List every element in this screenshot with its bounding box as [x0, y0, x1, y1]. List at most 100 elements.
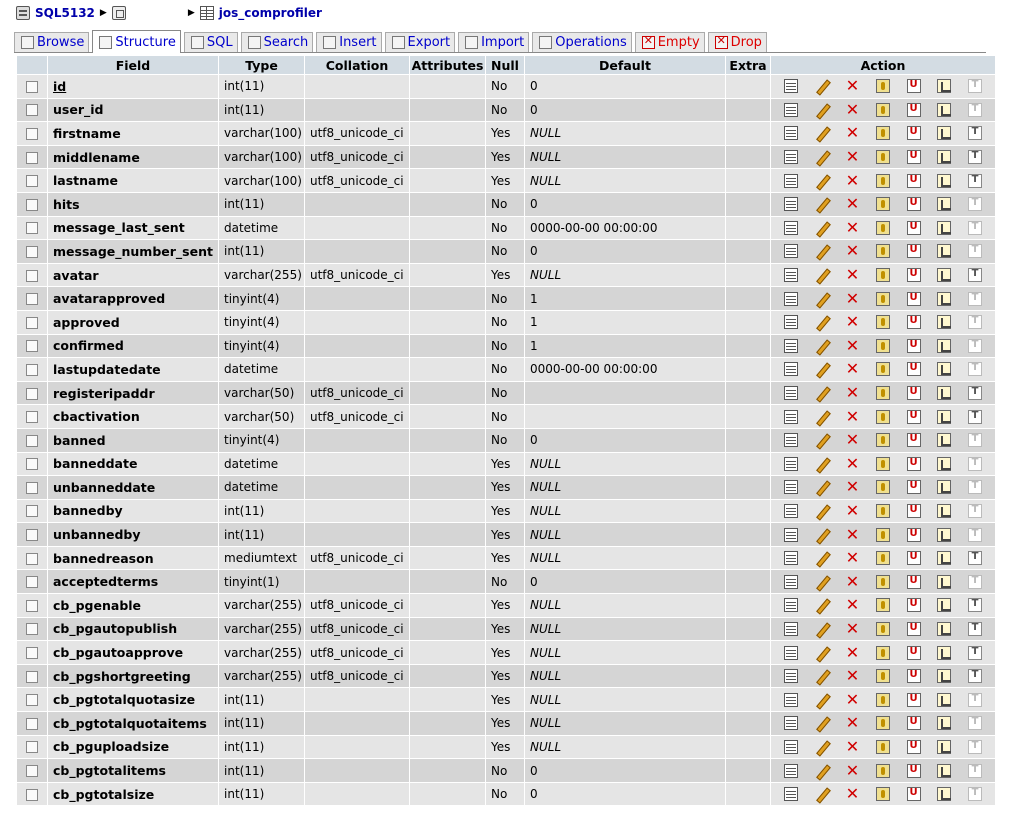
primary-key-icon[interactable] [875, 480, 890, 495]
fulltext-icon[interactable] [967, 386, 982, 401]
unique-icon[interactable] [906, 197, 921, 212]
fulltext-icon[interactable] [967, 433, 982, 448]
edit-icon[interactable] [815, 669, 829, 683]
unique-icon[interactable] [906, 386, 921, 401]
edit-icon[interactable] [815, 787, 829, 801]
primary-key-icon[interactable] [875, 456, 890, 471]
fulltext-icon[interactable] [967, 669, 982, 684]
primary-key-icon[interactable] [875, 291, 890, 306]
primary-key-icon[interactable] [875, 645, 890, 660]
edit-icon[interactable] [815, 221, 829, 235]
drop-icon[interactable]: ✕ [845, 314, 859, 330]
tab-browse[interactable]: Browse [14, 32, 90, 52]
drop-icon[interactable]: ✕ [845, 78, 859, 94]
row-checkbox[interactable] [26, 80, 38, 93]
primary-key-icon[interactable] [875, 716, 890, 731]
row-checkbox[interactable] [26, 222, 38, 235]
browse-distinct-icon[interactable] [784, 315, 799, 330]
fulltext-icon[interactable] [967, 645, 982, 660]
row-checkbox[interactable] [26, 481, 38, 494]
tab-import[interactable]: Import [458, 32, 530, 52]
unique-icon[interactable] [906, 456, 921, 471]
browse-distinct-icon[interactable] [784, 621, 799, 636]
index-icon[interactable] [937, 126, 952, 141]
primary-key-icon[interactable] [875, 362, 890, 377]
edit-icon[interactable] [815, 622, 829, 636]
drop-icon[interactable]: ✕ [845, 479, 859, 495]
edit-icon[interactable] [815, 457, 829, 471]
fulltext-icon[interactable] [967, 527, 982, 542]
edit-icon[interactable] [815, 174, 829, 188]
unique-icon[interactable] [906, 739, 921, 754]
edit-icon[interactable] [815, 268, 829, 282]
unique-icon[interactable] [906, 692, 921, 707]
index-icon[interactable] [937, 621, 952, 636]
index-icon[interactable] [937, 291, 952, 306]
drop-icon[interactable]: ✕ [845, 762, 859, 778]
index-icon[interactable] [937, 433, 952, 448]
browse-distinct-icon[interactable] [784, 102, 799, 117]
row-checkbox[interactable] [26, 340, 38, 353]
index-icon[interactable] [937, 574, 952, 589]
row-checkbox[interactable] [26, 104, 38, 117]
primary-key-icon[interactable] [875, 787, 890, 802]
row-checkbox[interactable] [26, 293, 38, 306]
browse-distinct-icon[interactable] [784, 763, 799, 778]
edit-icon[interactable] [815, 504, 829, 518]
edit-icon[interactable] [815, 764, 829, 778]
browse-distinct-icon[interactable] [784, 268, 799, 283]
browse-distinct-icon[interactable] [784, 574, 799, 589]
fulltext-icon[interactable] [967, 268, 982, 283]
unique-icon[interactable] [906, 315, 921, 330]
tab-export[interactable]: Export [384, 32, 456, 52]
unique-icon[interactable] [906, 409, 921, 424]
edit-icon[interactable] [815, 551, 829, 565]
unique-icon[interactable] [906, 527, 921, 542]
browse-distinct-icon[interactable] [784, 598, 799, 613]
row-checkbox[interactable] [26, 647, 38, 660]
unique-icon[interactable] [906, 433, 921, 448]
index-icon[interactable] [937, 787, 952, 802]
unique-icon[interactable] [906, 621, 921, 636]
edit-icon[interactable] [815, 197, 829, 211]
drop-icon[interactable]: ✕ [845, 432, 859, 448]
edit-icon[interactable] [815, 646, 829, 660]
primary-key-icon[interactable] [875, 692, 890, 707]
index-icon[interactable] [937, 362, 952, 377]
browse-distinct-icon[interactable] [784, 244, 799, 259]
row-checkbox[interactable] [26, 599, 38, 612]
fulltext-icon[interactable] [967, 102, 982, 117]
edit-icon[interactable] [815, 79, 829, 93]
drop-icon[interactable]: ✕ [845, 101, 859, 117]
drop-icon[interactable]: ✕ [845, 550, 859, 566]
drop-icon[interactable]: ✕ [845, 786, 859, 802]
edit-icon[interactable] [815, 244, 829, 258]
fulltext-icon[interactable] [967, 315, 982, 330]
row-checkbox[interactable] [26, 245, 38, 258]
drop-icon[interactable]: ✕ [845, 219, 859, 235]
primary-key-icon[interactable] [875, 433, 890, 448]
fulltext-icon[interactable] [967, 197, 982, 212]
unique-icon[interactable] [906, 551, 921, 566]
unique-icon[interactable] [906, 126, 921, 141]
browse-distinct-icon[interactable] [784, 456, 799, 471]
edit-icon[interactable] [815, 693, 829, 707]
fulltext-icon[interactable] [967, 291, 982, 306]
breadcrumb-table-link[interactable]: jos_comprofiler [219, 6, 322, 20]
primary-key-icon[interactable] [875, 79, 890, 94]
index-icon[interactable] [937, 386, 952, 401]
edit-icon[interactable] [815, 126, 829, 140]
unique-icon[interactable] [906, 716, 921, 731]
row-checkbox[interactable] [26, 694, 38, 707]
edit-icon[interactable] [815, 598, 829, 612]
drop-icon[interactable]: ✕ [845, 361, 859, 377]
fulltext-icon[interactable] [967, 409, 982, 424]
primary-key-icon[interactable] [875, 503, 890, 518]
index-icon[interactable] [937, 102, 952, 117]
primary-key-icon[interactable] [875, 197, 890, 212]
edit-icon[interactable] [815, 716, 829, 730]
edit-icon[interactable] [815, 410, 829, 424]
unique-icon[interactable] [906, 763, 921, 778]
browse-distinct-icon[interactable] [784, 386, 799, 401]
primary-key-icon[interactable] [875, 173, 890, 188]
